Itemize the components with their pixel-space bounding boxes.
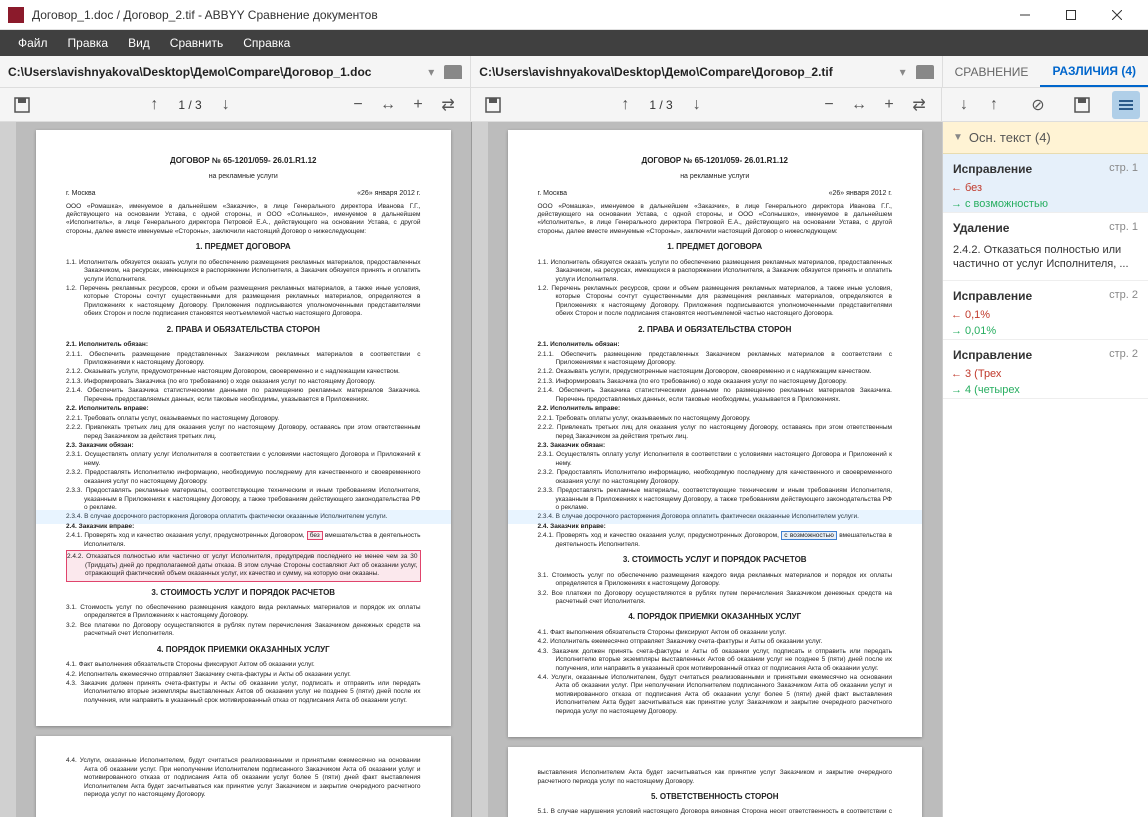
- menu-edit[interactable]: Правка: [58, 32, 119, 54]
- maximize-button[interactable]: [1048, 0, 1094, 30]
- doc-title: ДОГОВОР № 65-1201/059- 26.01.R1.12: [66, 156, 421, 166]
- deleted-text: 2.4.2. Отказаться полностью или частично…: [66, 550, 421, 581]
- path-left-text: C:\Users\avishnyakova\Desktop\Демо\Compa…: [8, 65, 422, 79]
- doc-pane-right: ДОГОВОР № 65-1201/059- 26.01.R1.12 на ре…: [472, 122, 943, 817]
- fit-page-icon[interactable]: ⇄: [434, 91, 462, 119]
- tab-compare[interactable]: СРАВНЕНИЕ: [943, 56, 1041, 87]
- window-title: Договор_1.doc / Договор_2.tif - ABBYY Ср…: [32, 8, 1002, 22]
- diff-item[interactable]: Исправлениестр. 1 без с возможностью: [943, 154, 1148, 213]
- content: ДОГОВОР № 65-1201/059- 26.01.R1.12 на ре…: [0, 122, 1148, 817]
- diff-new: с возможностью: [943, 196, 1148, 212]
- page-indicator-left: 1 / 3: [168, 98, 211, 112]
- diff-new: 0,01%: [943, 323, 1148, 339]
- diff-box-left: без: [307, 531, 323, 540]
- path-right-text: C:\Users\avishnyakova\Desktop\Демо\Compa…: [479, 65, 893, 79]
- toolbar-diff: ↓ ↑ ⊘: [942, 88, 1148, 121]
- toolbar-left: ↑ 1 / 3 ↓ − ↔ + ⇄: [0, 88, 471, 121]
- page: 4.4. Услуги, оказанные Исполнителем, буд…: [36, 736, 451, 817]
- diff-old: 0,1%: [943, 307, 1148, 323]
- doc-subtitle: на рекламные услуги: [66, 172, 421, 181]
- toolbar-right-doc: ↑ 1 / 3 ↓ − ↔ + ⇄: [471, 88, 942, 121]
- diff-item[interactable]: Удалениестр. 1 2.4.2. Отказаться полност…: [943, 213, 1148, 281]
- diff-new: 4 (четырех: [943, 382, 1148, 398]
- toolbar: ↑ 1 / 3 ↓ − ↔ + ⇄ ↑ 1 / 3 ↓ − ↔ + ⇄ ↓ ↑ …: [0, 88, 1148, 122]
- folder-icon[interactable]: [444, 65, 462, 79]
- menu-file[interactable]: Файл: [8, 32, 58, 54]
- zoom-in-icon[interactable]: +: [404, 91, 432, 119]
- menu-help[interactable]: Справка: [233, 32, 300, 54]
- page-indicator-right: 1 / 3: [639, 98, 682, 112]
- zoom-in-icon[interactable]: +: [875, 91, 903, 119]
- menu-compare[interactable]: Сравнить: [160, 32, 233, 54]
- zoom-out-icon[interactable]: −: [344, 91, 372, 119]
- diff-next-icon[interactable]: ↑: [980, 91, 1008, 119]
- path-left: C:\Users\avishnyakova\Desktop\Демо\Compa…: [0, 56, 471, 87]
- page: ДОГОВОР № 65-1201/059- 26.01.R1.12 на ре…: [36, 130, 451, 726]
- path-right: C:\Users\avishnyakova\Desktop\Демо\Compa…: [471, 56, 942, 87]
- prev-page-icon[interactable]: ↑: [140, 91, 168, 119]
- thumb-strip[interactable]: [0, 122, 16, 817]
- next-page-icon[interactable]: ↓: [683, 91, 711, 119]
- tabs: СРАВНЕНИЕ РАЗЛИЧИЯ (4): [943, 56, 1148, 87]
- minimize-button[interactable]: [1002, 0, 1048, 30]
- collapse-icon: ▼: [953, 132, 963, 143]
- titlebar: Договор_1.doc / Договор_2.tif - ABBYY Ср…: [0, 0, 1148, 30]
- fit-width-icon[interactable]: ↔: [845, 91, 873, 119]
- diff-section-header[interactable]: ▼ Осн. текст (4): [943, 122, 1148, 154]
- diff-panel: ▼ Осн. текст (4) Исправлениестр. 1 без с…: [942, 122, 1148, 817]
- save-icon[interactable]: [1068, 91, 1096, 119]
- tab-differences[interactable]: РАЗЛИЧИЯ (4): [1040, 56, 1148, 87]
- diff-prev-icon[interactable]: ↓: [950, 91, 978, 119]
- fit-page-icon[interactable]: ⇄: [905, 91, 933, 119]
- diff-desc: 2.4.2. Отказаться полностью или частично…: [943, 239, 1148, 280]
- doc-pane-left: ДОГОВОР № 65-1201/059- 26.01.R1.12 на ре…: [0, 122, 472, 817]
- list-view-icon[interactable]: [1112, 91, 1140, 119]
- path-left-dropdown[interactable]: ▾: [422, 65, 440, 79]
- app-icon: [8, 7, 24, 23]
- diff-ignore-icon[interactable]: ⊘: [1024, 91, 1052, 119]
- menu-view[interactable]: Вид: [118, 32, 160, 54]
- close-button[interactable]: [1094, 0, 1140, 30]
- next-page-icon[interactable]: ↓: [212, 91, 240, 119]
- path-right-dropdown[interactable]: ▾: [894, 65, 912, 79]
- diff-box-right: с возможностью: [781, 531, 837, 540]
- diff-item[interactable]: Исправлениестр. 2 0,1% 0,01%: [943, 281, 1148, 340]
- diff-item[interactable]: Исправлениестр. 2 3 (Трех 4 (четырех: [943, 340, 1148, 399]
- doc-area-right[interactable]: ДОГОВОР № 65-1201/059- 26.01.R1.12 на ре…: [488, 122, 943, 817]
- page: ДОГОВОР № 65-1201/059- 26.01.R1.12 на ре…: [508, 130, 923, 737]
- zoom-out-icon[interactable]: −: [815, 91, 843, 119]
- fit-width-icon[interactable]: ↔: [374, 91, 402, 119]
- doc-area-left[interactable]: ДОГОВОР № 65-1201/059- 26.01.R1.12 на ре…: [16, 122, 471, 817]
- diff-old: без: [943, 180, 1148, 196]
- diff-highlight: 2.4.1. Проверять ход и качество оказания…: [66, 532, 421, 549]
- menubar: Файл Правка Вид Сравнить Справка: [0, 30, 1148, 56]
- save-icon[interactable]: [479, 91, 507, 119]
- folder-icon[interactable]: [916, 65, 934, 79]
- prev-page-icon[interactable]: ↑: [611, 91, 639, 119]
- page: выставления Исполнителем Акта будет засч…: [508, 747, 923, 817]
- thumb-strip[interactable]: [472, 122, 488, 817]
- diff-highlight: 2.4.1. Проверять ход и качество оказания…: [538, 532, 893, 549]
- diff-old: 3 (Трех: [943, 366, 1148, 382]
- save-icon[interactable]: [8, 91, 36, 119]
- pathbar: C:\Users\avishnyakova\Desktop\Демо\Compa…: [0, 56, 1148, 88]
